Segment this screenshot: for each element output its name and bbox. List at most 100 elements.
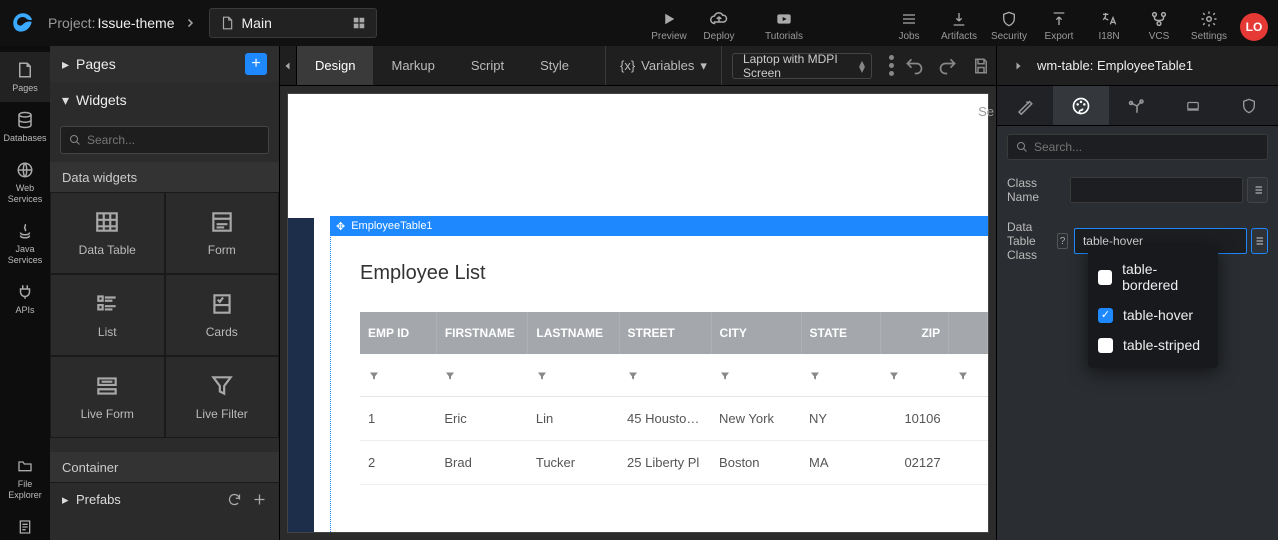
data-table-class-list-button[interactable]: [1251, 228, 1268, 254]
action-jobs[interactable]: Jobs: [884, 9, 934, 42]
action-preview[interactable]: Preview: [644, 9, 694, 42]
variables-button[interactable]: {x} Variables ▾: [605, 46, 722, 85]
action-vcs[interactable]: VCS: [1134, 9, 1184, 42]
checkbox-checked[interactable]: [1098, 308, 1113, 323]
action-export[interactable]: Export: [1034, 9, 1084, 42]
help-icon[interactable]: ?: [1057, 233, 1068, 249]
filter-icon[interactable]: [809, 370, 872, 382]
action-i18n[interactable]: I18N: [1084, 9, 1134, 42]
section-prefabs[interactable]: ▸ Prefabs: [50, 482, 279, 516]
action-tutorials[interactable]: Tutorials: [744, 9, 824, 42]
props-search-input[interactable]: [1034, 140, 1259, 154]
action-settings[interactable]: Settings: [1184, 9, 1234, 42]
table-row[interactable]: 1 Eric Lin 45 Houston St New York NY 101…: [360, 397, 988, 441]
filter-icon[interactable]: [627, 370, 703, 382]
checkbox[interactable]: [1098, 338, 1113, 353]
filter-icon[interactable]: [888, 370, 940, 382]
widget-form[interactable]: Form: [165, 192, 280, 274]
stepper-icon: ▴▾: [859, 60, 865, 72]
avatar[interactable]: LO: [1240, 13, 1268, 41]
design-canvas[interactable]: Se ✥ EmployeeTable1 Employee List EMP ID…: [288, 94, 988, 532]
dropdown-option[interactable]: table-bordered: [1098, 254, 1208, 300]
save-button[interactable]: [972, 57, 990, 75]
col-street[interactable]: STREET: [619, 312, 711, 354]
upload-icon: [1034, 9, 1084, 29]
tab-script[interactable]: Script: [453, 46, 522, 85]
device-select[interactable]: Laptop with MDPI Screen ▴▾: [732, 53, 872, 79]
col-firstname[interactable]: FIRSTNAME: [436, 312, 528, 354]
download-icon: [934, 9, 984, 29]
globe-icon: [0, 160, 50, 180]
widget-search[interactable]: [60, 126, 269, 154]
more-menu-button[interactable]: [878, 46, 904, 85]
plus-icon[interactable]: [252, 492, 267, 507]
refresh-icon[interactable]: [227, 492, 242, 507]
filter-icon[interactable]: [368, 370, 428, 382]
widget-live-form[interactable]: Live Form: [50, 356, 165, 438]
section-pages[interactable]: ▸ Pages +: [50, 46, 279, 82]
col-zip[interactable]: ZIP: [880, 312, 948, 354]
redo-button[interactable]: [938, 56, 958, 76]
col-city[interactable]: CITY: [711, 312, 801, 354]
rail-pages[interactable]: Pages: [0, 52, 50, 102]
rail-javaservices[interactable]: Java Services: [0, 213, 50, 274]
tab-markup[interactable]: Markup: [373, 46, 452, 85]
selection-bar[interactable]: ✥ EmployeeTable1: [330, 216, 988, 236]
action-label: I18N: [1084, 31, 1134, 42]
col-emp-id[interactable]: EMP ID: [360, 312, 436, 354]
checkbox[interactable]: [1098, 270, 1112, 285]
filter-icon[interactable]: [536, 370, 611, 382]
rail-databases[interactable]: Databases: [0, 102, 50, 152]
widget-search-input[interactable]: [87, 133, 260, 147]
table-row[interactable]: 2 Brad Tucker 25 Liberty Pl Boston MA 02…: [360, 441, 988, 485]
canvas-search-hint: Se: [978, 104, 994, 119]
rail-fileexplorer[interactable]: File Explorer: [0, 448, 50, 509]
filter-icon[interactable]: [957, 370, 980, 382]
tab-style[interactable]: Style: [522, 46, 587, 85]
collapse-sidebar-button[interactable]: [280, 46, 297, 85]
action-security[interactable]: Security: [984, 9, 1034, 42]
tab-security[interactable]: [1221, 86, 1277, 125]
filter-icon[interactable]: [719, 370, 793, 382]
tab-design[interactable]: Design: [297, 46, 373, 85]
project-chevron-icon[interactable]: [175, 0, 205, 46]
java-icon: [0, 221, 50, 241]
widget-cards[interactable]: Cards: [165, 274, 280, 356]
props-search[interactable]: [1007, 134, 1268, 160]
undo-button[interactable]: [904, 56, 924, 76]
add-page-button[interactable]: +: [245, 53, 267, 75]
class-name-list-button[interactable]: [1247, 177, 1268, 203]
tab-props[interactable]: [997, 86, 1053, 125]
action-deploy[interactable]: Deploy: [694, 9, 744, 42]
cell: 2: [360, 441, 436, 485]
action-artifacts[interactable]: Artifacts: [934, 9, 984, 42]
project-name[interactable]: Issue-theme: [97, 15, 174, 31]
widget-list[interactable]: List: [50, 274, 165, 356]
rail-logs[interactable]: [0, 509, 50, 540]
widget-live-filter[interactable]: Live Filter: [165, 356, 280, 438]
open-page-tab[interactable]: Main: [209, 8, 377, 38]
cell: 45 Houston St: [619, 397, 711, 441]
rail-webservices[interactable]: Web Services: [0, 152, 50, 213]
rail-apis[interactable]: APIs: [0, 274, 50, 324]
tab-device[interactable]: [1165, 86, 1221, 125]
col-lastname[interactable]: LASTNAME: [528, 312, 619, 354]
tab-style[interactable]: [1053, 86, 1109, 125]
option-label: table-bordered: [1122, 261, 1208, 293]
employee-table: EMP ID FIRSTNAME LASTNAME STREET CITY ST…: [360, 312, 988, 485]
filter-icon[interactable]: [444, 370, 520, 382]
class-name-input[interactable]: [1070, 177, 1243, 203]
widget-data-table[interactable]: Data Table: [50, 192, 165, 274]
class-name-field[interactable]: [1079, 183, 1234, 197]
db-icon: [0, 110, 50, 130]
dropdown-option[interactable]: table-hover: [1098, 300, 1208, 330]
apps-icon[interactable]: [352, 16, 366, 30]
collapse-panel-button[interactable]: [1007, 60, 1029, 72]
cell: Lin: [528, 397, 619, 441]
dropdown-option[interactable]: table-striped: [1098, 330, 1208, 360]
section-widgets[interactable]: ▾ Widgets: [50, 82, 279, 118]
col-state[interactable]: STATE: [801, 312, 880, 354]
tab-events[interactable]: [1109, 86, 1165, 125]
pages-icon: [0, 60, 50, 80]
selected-widget-name: EmployeeTable1: [351, 220, 432, 232]
